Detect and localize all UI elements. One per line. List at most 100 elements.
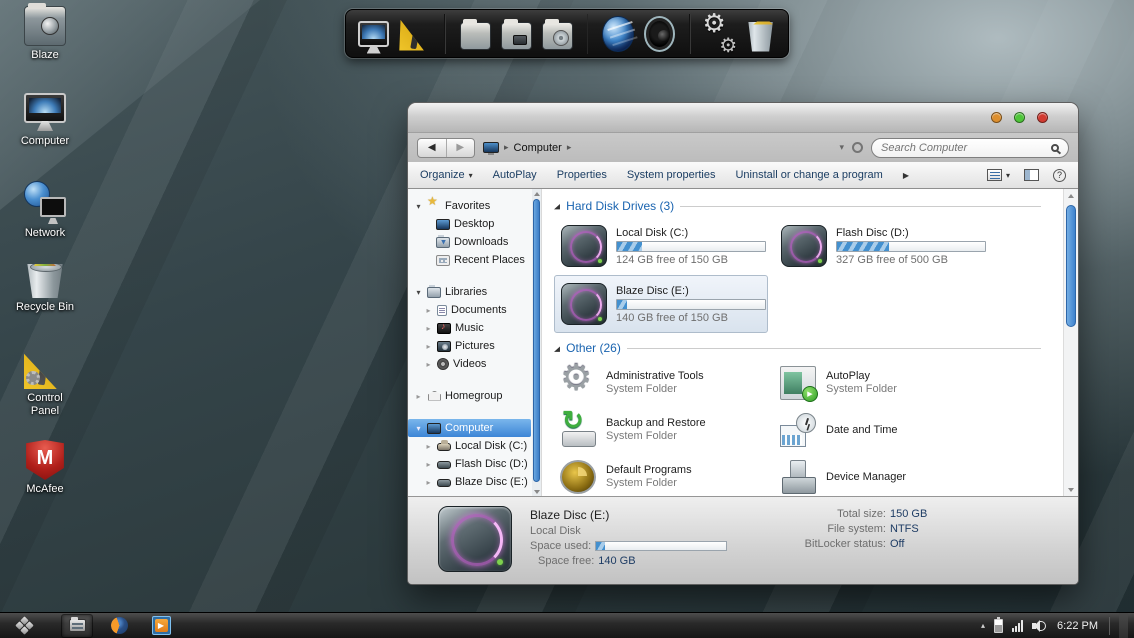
capacity-bar <box>616 299 766 310</box>
scroll-up-icon[interactable] <box>532 189 541 198</box>
desktop-icon-computer[interactable]: Computer <box>2 93 88 148</box>
desktop-icon-network[interactable]: Network <box>2 181 88 240</box>
search-input[interactable] <box>881 142 1045 154</box>
more-commands-icon[interactable]: ▶ <box>903 171 909 180</box>
expand-icon[interactable]: ▸ <box>424 342 433 351</box>
preview-pane-icon[interactable] <box>1024 169 1039 181</box>
scroll-up-icon[interactable] <box>1064 191 1078 200</box>
sidebar-group-computer[interactable]: ▾ Computer <box>408 419 531 437</box>
show-hidden-icons-icon[interactable]: ▴ <box>981 621 985 630</box>
expand-icon[interactable]: ▸ <box>424 306 433 315</box>
sidebar-item-recent-places[interactable]: Recent Places <box>408 251 541 269</box>
dock-pictures-folder-icon[interactable] <box>501 22 532 50</box>
item-date-and-time[interactable]: Date and Time <box>774 406 988 453</box>
volume-icon[interactable] <box>1032 620 1048 632</box>
sidebar-item-music[interactable]: ▸ Music <box>408 319 541 337</box>
breadcrumb-computer[interactable]: Computer <box>514 142 562 154</box>
drive-tile-flash-disc-d[interactable]: Flash Disc (D:) 327 GB free of 500 GB <box>774 217 988 275</box>
dock-recycle-bin-icon[interactable] <box>745 22 776 52</box>
expand-icon[interactable]: ▸ <box>424 442 433 451</box>
forward-button[interactable]: ▶ <box>447 139 475 157</box>
show-desktop-button[interactable] <box>1119 613 1128 638</box>
start-button[interactable] <box>0 613 48 638</box>
properties-button[interactable]: Properties <box>557 169 607 181</box>
sidebar-item-blaze-disc-e[interactable]: ▸ Blaze Disc (E:) <box>408 473 541 491</box>
views-icon <box>987 169 1002 181</box>
section-collapse-icon[interactable]: ◢ <box>554 202 560 210</box>
sidebar-item-downloads[interactable]: Downloads <box>408 233 541 251</box>
taskbar-explorer-button[interactable] <box>62 615 92 637</box>
taskbar-firefox-button[interactable] <box>104 615 134 637</box>
desktop-icon-label: Blaze <box>2 49 88 62</box>
computer-mini-icon <box>427 423 441 434</box>
taskbar-media-player-button[interactable]: ▶ <box>146 615 176 637</box>
expand-icon[interactable]: ▸ <box>424 324 433 333</box>
collapse-icon[interactable]: ▾ <box>414 288 423 297</box>
desktop-icon-mcafee[interactable]: McAfee <box>2 440 88 496</box>
backup-and-restore-icon <box>560 413 596 447</box>
title-bar[interactable] <box>408 103 1078 133</box>
dock-settings-gears-icon[interactable] <box>705 16 736 52</box>
sidebar-scrollbar-thumb[interactable] <box>533 199 540 482</box>
collapse-icon[interactable]: ▾ <box>414 202 423 211</box>
expand-icon[interactable]: ▸ <box>424 478 433 487</box>
sidebar-group-libraries[interactable]: ▾ Libraries <box>408 283 541 301</box>
section-hard-disk-drives[interactable]: ◢ Hard Disk Drives (3) <box>554 195 1059 217</box>
views-button[interactable]: ▾ <box>987 169 1010 181</box>
uninstall-program-button[interactable]: Uninstall or change a program <box>735 169 882 181</box>
dock-computer-icon[interactable] <box>358 21 389 47</box>
search-box[interactable] <box>871 138 1069 158</box>
expand-icon[interactable]: ▸ <box>414 392 423 401</box>
sidebar-item-flash-disc-d[interactable]: ▸ Flash Disc (D:) <box>408 455 541 473</box>
section-collapse-icon[interactable]: ◢ <box>554 344 560 352</box>
breadcrumb[interactable]: ▸ Computer ▸ <box>483 142 571 154</box>
back-button[interactable]: ◀ <box>418 139 447 157</box>
drive-tile-local-disk-c[interactable]: Local Disk (C:) 124 GB free of 150 GB <box>554 217 768 275</box>
organize-button[interactable]: Organize▾ <box>420 169 473 181</box>
drive-tile-blaze-disc-e[interactable]: Blaze Disc (E:) 140 GB free of 150 GB <box>554 275 768 333</box>
expand-icon[interactable]: ▸ <box>424 460 433 469</box>
maximize-button[interactable] <box>1014 112 1025 123</box>
taskbar-clock[interactable]: 6:22 PM <box>1057 620 1098 632</box>
minimize-button[interactable] <box>991 112 1002 123</box>
sidebar-group-favorites[interactable]: ▾ Favorites <box>408 197 541 215</box>
sidebar-item-documents[interactable]: ▸ Documents <box>408 301 541 319</box>
desktop-icon-recycle-bin[interactable]: Recycle Bin <box>2 258 88 314</box>
sidebar-item-pictures[interactable]: ▸ Pictures <box>408 337 541 355</box>
dock-documents-folder-icon[interactable] <box>460 22 491 50</box>
dock-control-panel-icon[interactable] <box>399 17 430 51</box>
scroll-down-icon[interactable] <box>1064 485 1078 494</box>
desktop-icon-blaze[interactable]: Blaze <box>2 6 88 62</box>
content-scrollbar-thumb[interactable] <box>1066 205 1076 327</box>
dock-speaker-lens-icon[interactable] <box>644 16 675 52</box>
breadcrumb-separator-icon[interactable]: ▸ <box>567 142 572 153</box>
item-administrative-tools[interactable]: Administrative Tools System Folder <box>554 359 768 406</box>
sidebar-group-homegroup[interactable]: ▸ Homegroup <box>408 387 541 405</box>
network-signal-icon[interactable] <box>1012 620 1023 632</box>
sidebar-item-local-disk-c[interactable]: ▸ Local Disk (C:) <box>408 437 541 455</box>
system-properties-button[interactable]: System properties <box>627 169 716 181</box>
hard-drive-icon <box>561 283 607 325</box>
item-autoplay[interactable]: AutoPlay System Folder <box>774 359 988 406</box>
address-dropdown-icon[interactable]: ▾ <box>839 142 844 153</box>
item-backup-and-restore[interactable]: Backup and Restore System Folder <box>554 406 768 453</box>
refresh-icon[interactable] <box>852 142 863 153</box>
item-default-programs[interactable]: Default Programs System Folder <box>554 453 768 496</box>
autoplay-button[interactable]: AutoPlay <box>493 169 537 181</box>
administrative-tools-icon <box>560 366 596 400</box>
collapse-icon[interactable]: ▾ <box>414 424 423 433</box>
close-button[interactable] <box>1037 112 1048 123</box>
sidebar-scrollbar[interactable] <box>532 189 541 496</box>
dock-network-globe-icon[interactable] <box>602 16 633 52</box>
content-scrollbar[interactable] <box>1063 189 1078 496</box>
battery-icon[interactable] <box>994 619 1003 633</box>
item-device-manager[interactable]: Device Manager <box>774 453 988 496</box>
scroll-down-icon[interactable] <box>532 487 541 496</box>
sidebar-item-videos[interactable]: ▸ Videos <box>408 355 541 373</box>
desktop-icon-control-panel[interactable]: Control Panel <box>2 349 88 417</box>
section-other[interactable]: ◢ Other (26) <box>554 337 1059 359</box>
expand-icon[interactable]: ▸ <box>424 360 433 369</box>
help-icon[interactable]: ? <box>1053 169 1066 182</box>
dock-media-folder-icon[interactable] <box>542 22 573 50</box>
sidebar-item-desktop[interactable]: Desktop <box>408 215 541 233</box>
